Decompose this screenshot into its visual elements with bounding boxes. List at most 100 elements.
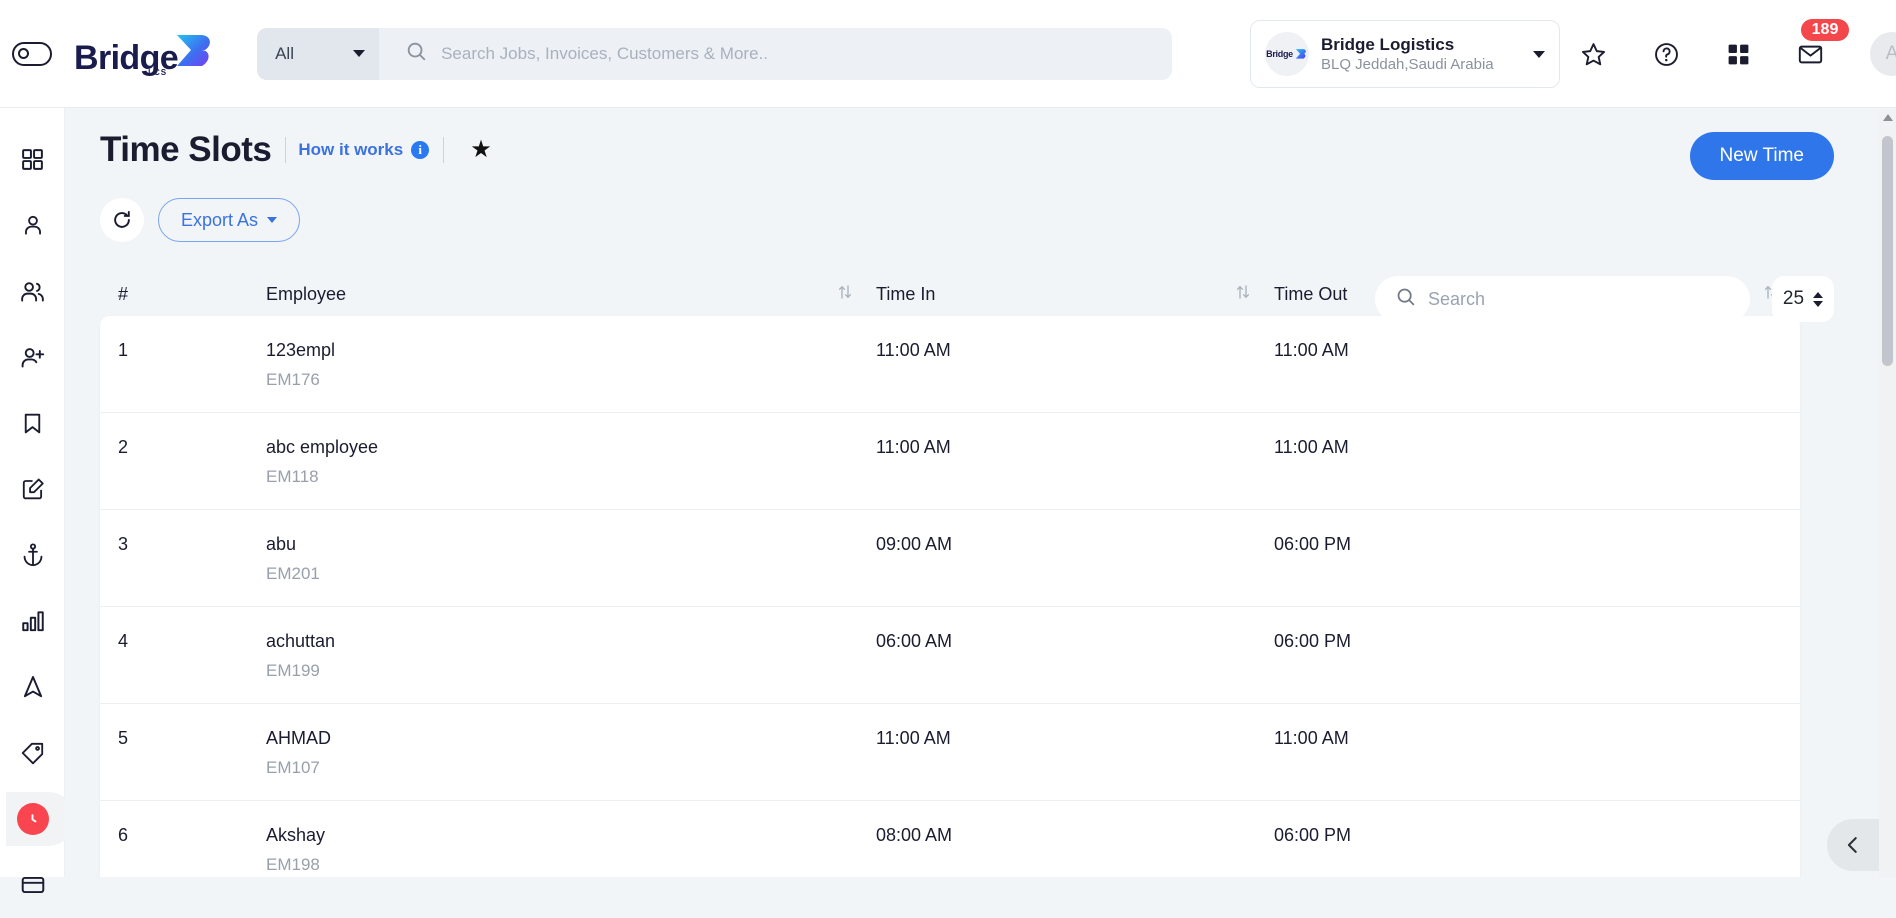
row-time-out: 11:00 AM	[1274, 728, 1800, 749]
employee-name: AHMAD	[266, 728, 876, 749]
row-number: 6	[100, 825, 266, 846]
sidebar-item-shipments[interactable]	[0, 522, 65, 588]
row-time-in: 11:00 AM	[876, 340, 1274, 361]
organization-avatar-label: Bridge	[1266, 49, 1293, 59]
column-header-time-in[interactable]: Time In	[876, 283, 1274, 306]
star-icon[interactable]	[1580, 41, 1607, 68]
header-icon-group: 189 A	[1580, 0, 1896, 108]
header-divider-2	[443, 137, 444, 163]
table-row[interactable]: 3 abu EM201 09:00 AM 06:00 PM	[100, 510, 1800, 607]
sidebar-item-dashboard[interactable]	[0, 126, 65, 192]
row-number: 3	[100, 534, 266, 555]
brand-logo[interactable]: Bridge LCS	[74, 33, 217, 75]
column-header-employee[interactable]: Employee	[266, 283, 876, 306]
sidebar-item-pricing[interactable]	[0, 720, 65, 786]
messages-icon[interactable]: 189	[1797, 41, 1824, 68]
left-sidebar	[0, 108, 65, 877]
how-it-works-link[interactable]: How it works	[298, 140, 403, 160]
column-header-time-out-label: Time Out	[1274, 284, 1347, 305]
row-time-out: 06:00 PM	[1274, 534, 1800, 555]
up-down-arrows-icon	[1813, 292, 1823, 307]
row-time-out: 06:00 PM	[1274, 825, 1800, 846]
sidebar-toggle-icon[interactable]	[12, 42, 52, 66]
chevron-down-icon[interactable]	[1533, 51, 1545, 58]
organization-location: BLQ Jeddah,Saudi Arabia	[1321, 55, 1533, 75]
sidebar-item-customers[interactable]	[0, 258, 65, 324]
search-icon	[1395, 286, 1416, 312]
row-time-in: 08:00 AM	[876, 825, 1274, 846]
employee-code: EM199	[266, 661, 876, 681]
row-time-in: 11:00 AM	[876, 728, 1274, 749]
brand-mark-icon	[171, 33, 217, 74]
table-search-box	[1375, 276, 1750, 322]
main-content: Time Slots How it works i ★ New Time Exp…	[65, 108, 1896, 877]
employee-name: Akshay	[266, 825, 876, 846]
employee-code: EM201	[266, 564, 876, 584]
organization-text: Bridge Logistics BLQ Jeddah,Saudi Arabia	[1321, 34, 1533, 75]
column-header-employee-label: Employee	[266, 284, 346, 305]
table-right-tools: 25	[1375, 276, 1834, 322]
new-time-button[interactable]: New Time	[1690, 132, 1834, 180]
grid-apps-icon[interactable]	[1726, 42, 1751, 67]
sidebar-item-reports[interactable]	[0, 588, 65, 654]
page-size-value: 25	[1783, 288, 1804, 310]
question-circle-icon[interactable]	[1653, 41, 1680, 68]
table-row[interactable]: 5 AHMAD EM107 11:00 AM 11:00 AM	[100, 704, 1800, 801]
employee-name: abu	[266, 534, 876, 555]
row-time-out: 11:00 AM	[1274, 340, 1800, 361]
scroll-up-arrow-icon[interactable]	[1883, 114, 1893, 121]
sidebar-item-add-user[interactable]	[0, 324, 65, 390]
employee-code: EM107	[266, 758, 876, 778]
table-row[interactable]: 4 achuttan EM199 06:00 AM 06:00 PM	[100, 607, 1800, 704]
organization-name: Bridge Logistics	[1321, 34, 1533, 55]
sidebar-item-tracking[interactable]	[0, 654, 65, 720]
sidebar-item-jobs[interactable]	[0, 456, 65, 522]
table-row[interactable]: 6 Akshay EM198 08:00 AM 06:00 PM	[100, 801, 1800, 877]
employee-name: achuttan	[266, 631, 876, 652]
global-search-bar: All	[257, 28, 1172, 80]
refresh-icon[interactable]	[100, 198, 144, 242]
avatar[interactable]: A	[1870, 32, 1896, 76]
sidebar-item-profile[interactable]	[0, 192, 65, 258]
row-time-in: 11:00 AM	[876, 437, 1274, 458]
row-employee: abc employee EM118	[266, 437, 876, 487]
table-row[interactable]: 2 abc employee EM118 11:00 AM 11:00 AM	[100, 413, 1800, 510]
organization-selector[interactable]: Bridge Bridge Logistics BLQ Jeddah,Saudi…	[1250, 20, 1560, 88]
table-row[interactable]: 1 123empl EM176 11:00 AM 11:00 AM	[100, 316, 1800, 413]
header-divider	[285, 137, 286, 163]
column-header-number: #	[100, 284, 266, 305]
vertical-scrollbar[interactable]	[1879, 108, 1896, 877]
row-number: 4	[100, 631, 266, 652]
caret-down-icon	[267, 217, 277, 223]
global-search-input[interactable]	[441, 44, 1172, 64]
sidebar-item-payments[interactable]	[0, 852, 65, 918]
row-number: 2	[100, 437, 266, 458]
export-as-label: Export As	[181, 210, 258, 231]
row-employee: 123empl EM176	[266, 340, 876, 390]
sort-arrows-icon[interactable]	[836, 283, 854, 306]
table-search-input[interactable]	[1428, 289, 1730, 310]
organization-avatar: Bridge	[1265, 32, 1309, 76]
brand-sublabel: LCS	[148, 68, 167, 77]
chevron-down-icon	[353, 50, 365, 57]
page-size-select[interactable]: 25	[1772, 276, 1834, 322]
sidebar-item-bookmarks[interactable]	[0, 390, 65, 456]
row-employee: AHMAD EM107	[266, 728, 876, 778]
global-search-scope-select[interactable]: All	[257, 28, 379, 80]
employee-name: 123empl	[266, 340, 876, 361]
scrollbar-thumb[interactable]	[1882, 136, 1893, 366]
table-body: 1 123empl EM176 11:00 AM 11:00 AM 2 abc …	[100, 316, 1800, 877]
sort-arrows-icon[interactable]	[1234, 283, 1252, 306]
info-icon[interactable]: i	[411, 141, 429, 159]
panel-collapse-button[interactable]	[1827, 819, 1879, 871]
export-as-button[interactable]: Export As	[158, 198, 300, 242]
row-time-in: 09:00 AM	[876, 534, 1274, 555]
row-employee: Akshay EM198	[266, 825, 876, 875]
clock-icon	[17, 803, 49, 835]
page-header: Time Slots How it works i ★	[65, 108, 1896, 170]
top-header-bar: Bridge LCS All Bridge	[0, 0, 1896, 108]
star-filled-icon[interactable]: ★	[470, 138, 492, 162]
row-time-out: 11:00 AM	[1274, 437, 1800, 458]
sidebar-item-time-slots[interactable]	[0, 786, 65, 852]
row-number: 1	[100, 340, 266, 361]
